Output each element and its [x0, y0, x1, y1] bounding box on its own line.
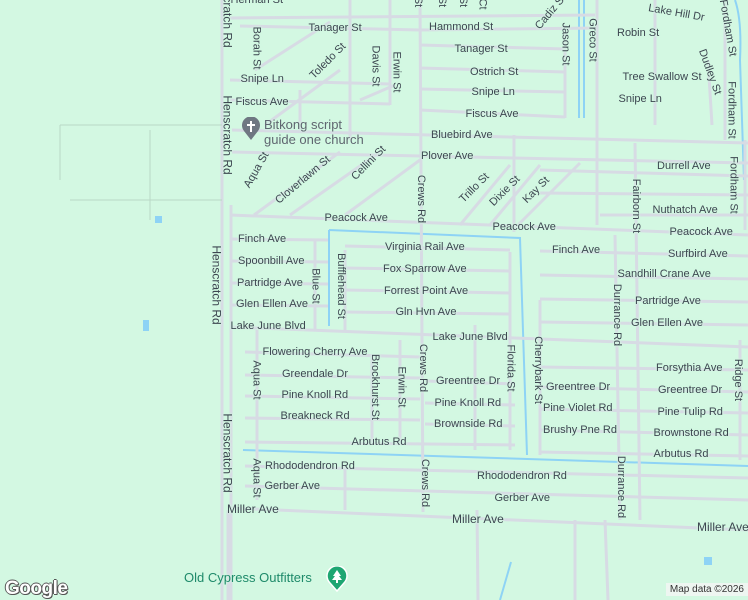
- church-label[interactable]: Bitkong script guide one church: [264, 117, 364, 147]
- street-label: Fiscus Ave: [235, 96, 289, 108]
- street-label: Fiscus Ave: [465, 108, 519, 120]
- street-label: Lake June Blvd: [432, 331, 508, 343]
- street-label: Snipe Ln: [240, 73, 284, 85]
- street-label: Ostrich St: [470, 66, 519, 78]
- street-label: Henscratch Rd: [220, 413, 235, 493]
- street-label: Hammond St: [429, 21, 494, 33]
- church-name-line2: guide one church: [264, 132, 364, 147]
- street-label: Forrest Point Ave: [384, 285, 469, 297]
- street-label: Crews Rd: [415, 174, 428, 224]
- street-label: Spoonbill Ave: [238, 255, 305, 267]
- street-label: Greentree Dr: [658, 384, 723, 396]
- street-label: St: [457, 0, 470, 8]
- street-label: Durrance Rd: [615, 455, 628, 519]
- street-label: Pine Knoll Rd: [281, 389, 349, 401]
- street-label: Pine Violet Rd: [543, 402, 613, 414]
- street-label: Partridge Ave: [635, 295, 701, 307]
- street-label: Greendale Dr: [282, 368, 349, 380]
- street-label: Flowering Cherry Ave: [262, 346, 368, 358]
- street-label: Aqua St: [250, 360, 263, 400]
- street-label: Crews Rd: [419, 458, 432, 508]
- street-label: Fordham St: [727, 156, 740, 214]
- street-label: Brownside Rd: [434, 418, 503, 430]
- street-label: Partridge Ave: [237, 277, 303, 289]
- street-label: Tree Swallow St: [622, 71, 702, 83]
- street-label: Rhododendron Rd: [265, 460, 355, 472]
- street-label: Gerber Ave: [494, 492, 550, 504]
- street-label: Pine Knoll Rd: [434, 397, 502, 409]
- street-label: Henscratch Rd: [220, 0, 235, 48]
- street-label: Arbutus Rd: [653, 448, 709, 460]
- street-label: Brushy Pne Rd: [543, 424, 617, 436]
- church-name-line1: Bitkong script: [264, 117, 343, 132]
- street-label: Miller Ave: [697, 520, 748, 534]
- street-label: Cherrybark St: [531, 336, 544, 404]
- outfitters-label[interactable]: Old Cypress Outfitters: [184, 570, 312, 585]
- street-label: Henscratch Rd: [220, 95, 235, 175]
- street-label: St: [412, 0, 425, 8]
- church-marker-icon[interactable]: [241, 117, 261, 141]
- street-label: Greentree Dr: [436, 375, 501, 387]
- street-label: Gln Hvn Ave: [395, 306, 457, 318]
- street-label: Fordham St: [725, 81, 738, 139]
- street-label: Peacock Ave: [669, 226, 733, 238]
- street-label: Plover Ave: [421, 150, 474, 162]
- street-label: Herman St: [230, 0, 284, 6]
- tree-marker-icon[interactable]: [326, 566, 348, 592]
- street-label: Greentree Dr: [546, 381, 611, 393]
- street-label: Borah St: [249, 26, 262, 70]
- street-label: St: [436, 0, 449, 8]
- street-label: Henscratch Rd: [209, 245, 224, 325]
- street-label: Davis St: [368, 45, 381, 87]
- street-label: Tanager St: [454, 43, 508, 55]
- street-label: Finch Ave: [238, 233, 287, 245]
- street-label: Miller Ave: [227, 502, 279, 516]
- street-label: Fox Sparrow Ave: [383, 263, 467, 275]
- street-label: Gerber Ave: [264, 480, 320, 492]
- street-label: Peacock Ave: [324, 212, 388, 224]
- street-label: Ridge St: [732, 358, 745, 402]
- street-label: Ct: [476, 0, 488, 10]
- street-label: Blue St: [309, 268, 322, 304]
- street-label: Brownstone Rd: [653, 427, 729, 439]
- street-label: Glen Ellen Ave: [631, 317, 703, 329]
- street-label: Crews Rd: [417, 343, 430, 393]
- street-label: Tanager St: [308, 22, 362, 34]
- street-label: Nuthatch Ave: [652, 204, 718, 216]
- street-label: Bluebird Ave: [431, 129, 493, 141]
- street-label: Jason St: [558, 22, 571, 66]
- google-logo: Google: [5, 578, 68, 599]
- street-label: Sandhill Crane Ave: [617, 268, 711, 280]
- property-lines: [59, 124, 222, 220]
- street-label: Brockhurst St: [369, 353, 382, 421]
- street-label: Snipe Ln: [618, 93, 662, 105]
- street-label: Durrance Rd: [611, 283, 624, 347]
- street-label: Arbutus Rd: [351, 436, 407, 448]
- street-label: Surfbird Ave: [668, 248, 728, 260]
- street-label: Finch Ave: [552, 244, 601, 256]
- street-label: Peacock Ave: [492, 221, 556, 233]
- street-label: Bufflehead St: [334, 253, 347, 319]
- street-label: Virginia Rail Ave: [385, 241, 465, 253]
- street-label: Glen Ellen Ave: [236, 298, 308, 310]
- street-label: Durrell Ave: [657, 160, 711, 172]
- street-label: Erwin St: [389, 51, 402, 93]
- street-label: Aqua St: [250, 458, 263, 498]
- street-label: Rhododendron Rd: [477, 470, 567, 482]
- map-attribution[interactable]: Map data ©2026: [665, 583, 748, 596]
- street-label: Snipe Ln: [471, 86, 515, 98]
- street-label: Pine Tulip Rd: [657, 406, 723, 418]
- street-label: Robin St: [617, 27, 660, 39]
- street-label: Forsythia Ave: [656, 362, 723, 374]
- street-label: Erwin St: [394, 366, 407, 408]
- street-label: Lake June Blvd: [230, 320, 306, 332]
- street-label: Fairborn St: [630, 178, 643, 234]
- street-label: Florida St: [504, 344, 517, 392]
- street-label: Greco St: [586, 18, 599, 62]
- street-label: Miller Ave: [452, 512, 504, 526]
- street-label: Breakneck Rd: [280, 410, 350, 422]
